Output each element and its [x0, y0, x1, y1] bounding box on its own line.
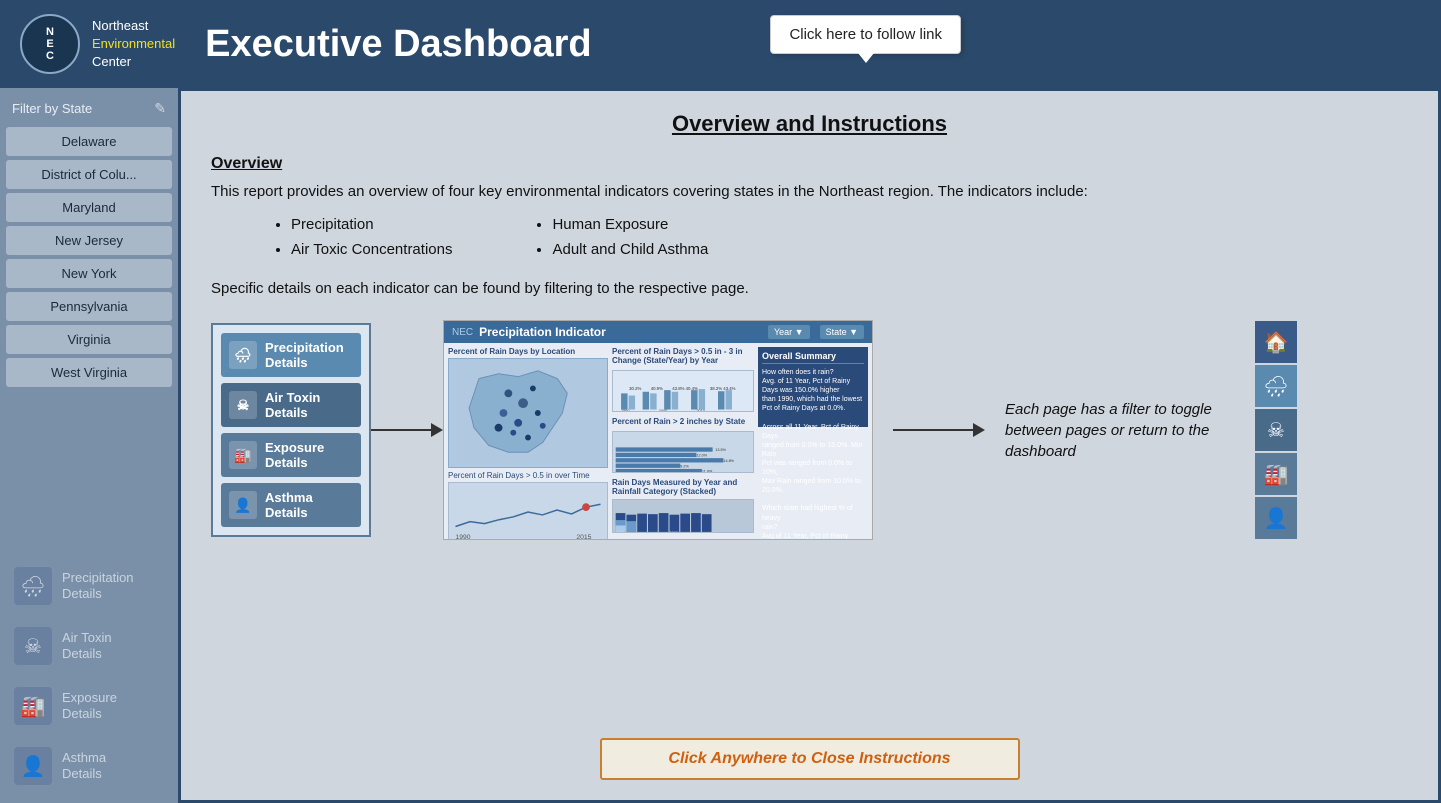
indicator-precipitation: Precipitation [291, 216, 452, 233]
svg-text:14.8%: 14.8% [723, 459, 734, 463]
precip-left-col: Percent of Rain Days by Location [448, 347, 608, 533]
arrow-to-preview [371, 423, 443, 437]
right-icon-precip[interactable]: 🌧 [1255, 365, 1297, 407]
specific-text: Specific details on each indicator can b… [211, 278, 1408, 301]
toxin-btn-label: Air ToxinDetails [265, 390, 320, 420]
instructions-overlay[interactable]: Overview and Instructions Overview This … [181, 91, 1438, 800]
nav-diagram: 🌧 PrecipitationDetails ☠ Air ToxinDetail… [211, 320, 1408, 540]
svg-text:9.2%: 9.2% [680, 464, 689, 468]
indicator-airtoxic: Air Toxic Concentrations [291, 241, 452, 258]
precip-preview: NEC Precipitation Indicator Year ▼ State… [443, 320, 873, 540]
svg-text:Year: Year [713, 531, 721, 533]
svg-text:1990: 1990 [616, 531, 624, 533]
each-page-text: Each page has a filter to toggle between… [1005, 399, 1235, 462]
precip-indicator-label: Precipitation Indicator [479, 325, 606, 339]
airtoxin-nav-label: Air ToxinDetails [62, 630, 112, 661]
svg-text:2000: 2000 [659, 409, 667, 412]
sidebar-item-airtoxin[interactable]: ☠ Air ToxinDetails [6, 617, 172, 675]
filter-header: Filter by State ✎ [6, 96, 172, 121]
precip-bar-chart: 1990 2015 [448, 482, 608, 540]
main-layout: Filter by State ✎ Delaware District of C… [0, 88, 1441, 803]
state-btn-westvirginia[interactable]: West Virginia [6, 358, 172, 387]
instructions-title: Overview and Instructions [211, 111, 1408, 137]
toxin-btn-icon: ☠ [229, 391, 257, 419]
precip-inner: Percent of Rain Days by Location [444, 343, 872, 537]
precip-right-col: Percent of Rain Days > 0.5 in - 3 in Cha… [612, 347, 754, 533]
precip-btn-icon: 🌧 [229, 341, 257, 369]
logo: NEC [20, 14, 80, 74]
summary-box: Overall Summary How often does it rain? … [758, 347, 868, 427]
asthma-btn-icon: 👤 [229, 491, 257, 519]
state-btn-newjersey[interactable]: New Jersey [6, 226, 172, 255]
svg-text:30.2%: 30.2% [629, 386, 641, 391]
right-icon-exposure[interactable]: 🏭 [1255, 453, 1297, 495]
right-sidebar-icons: 🏠 🌧 ☠ 🏭 👤 [1255, 321, 1297, 539]
sidebar-item-exposure[interactable]: 🏭 ExposureDetails [6, 677, 172, 735]
nav-btn-asthma[interactable]: 👤 AsthmaDetails [221, 483, 361, 527]
exposure-nav-label: ExposureDetails [62, 690, 117, 721]
right-icon-home[interactable]: 🏠 [1255, 321, 1297, 363]
state-btn-dc[interactable]: District of Colu... [6, 160, 172, 189]
state-btn-virginia[interactable]: Virginia [6, 325, 172, 354]
precip-preview-header: NEC Precipitation Indicator Year ▼ State… [444, 321, 872, 343]
close-instructions-button[interactable]: Click Anywhere to Close Instructions [600, 738, 1020, 780]
asthma-nav-label: AsthmaDetails [62, 750, 106, 781]
sidebar-item-precipitation[interactable]: 🌧 PrecipitationDetails [6, 557, 172, 615]
filter-icon: ✎ [154, 100, 166, 117]
link-tooltip[interactable]: Click here to follow link [770, 15, 961, 54]
state-btn-newyork[interactable]: New York [6, 259, 172, 288]
svg-text:2000: 2000 [670, 531, 678, 533]
indicators-grid: Precipitation Air Toxic Concentrations H… [271, 216, 1408, 266]
right-icon-toxin[interactable]: ☠ [1255, 409, 1297, 451]
nav-buttons-box: 🌧 PrecipitationDetails ☠ Air ToxinDetail… [211, 323, 371, 537]
svg-text:1990: 1990 [456, 534, 471, 540]
dashboard-title: Executive Dashboard [205, 23, 591, 66]
arrow-to-right [893, 423, 985, 437]
nav-btn-precip[interactable]: 🌧 PrecipitationDetails [221, 333, 361, 377]
indicator-asthma: Adult and Child Asthma [552, 241, 708, 258]
svg-text:13.5%: 13.5% [715, 448, 726, 452]
filter-label: Filter by State [12, 101, 92, 116]
nav-btn-exposure[interactable]: 🏭 ExposureDetails [221, 433, 361, 477]
exposure-btn-icon: 🏭 [229, 441, 257, 469]
nav-btn-toxin[interactable]: ☠ Air ToxinDetails [221, 383, 361, 427]
sidebar-nav: 🌧 PrecipitationDetails ☠ Air ToxinDetail… [6, 557, 172, 795]
org-name: Northeast Environmental Center [92, 17, 175, 72]
indicators-col-left: Precipitation Air Toxic Concentrations [271, 216, 452, 266]
asthma-icon: 👤 [14, 747, 52, 785]
overview-text: This report provides an overview of four… [211, 181, 1408, 204]
precip-map [448, 358, 608, 468]
svg-text:1990: 1990 [621, 409, 629, 412]
indicators-col-right: Human Exposure Adult and Child Asthma [532, 216, 708, 266]
app-header: NEC Northeast Environmental Center Execu… [0, 0, 1441, 88]
state-btn-maryland[interactable]: Maryland [6, 193, 172, 222]
precip-btn-label: PrecipitationDetails [265, 340, 344, 370]
precipitation-nav-label: PrecipitationDetails [62, 570, 134, 601]
overview-heading: Overview [211, 155, 1408, 173]
state-btn-delaware[interactable]: Delaware [6, 127, 172, 156]
instructions-panel: Overview and Instructions Overview This … [181, 91, 1438, 800]
right-icon-asthma[interactable]: 👤 [1255, 497, 1297, 539]
exposure-btn-label: ExposureDetails [265, 440, 324, 470]
sidebar: Filter by State ✎ Delaware District of C… [0, 88, 178, 803]
precipitation-icon: 🌧 [14, 567, 52, 605]
svg-text:2010: 2010 [696, 409, 704, 412]
svg-text:11.9%: 11.9% [702, 470, 713, 473]
svg-text:2015: 2015 [576, 534, 591, 540]
svg-text:40.9%: 40.9% [651, 386, 663, 391]
svg-text:12.0%: 12.0% [696, 453, 707, 457]
indicator-humanexposure: Human Exposure [552, 216, 708, 233]
sidebar-item-asthma[interactable]: 👤 AsthmaDetails [6, 737, 172, 795]
asthma-btn-label: AsthmaDetails [265, 490, 313, 520]
exposure-icon: 🏭 [14, 687, 52, 725]
airtoxin-icon: ☠ [14, 627, 52, 665]
content-area: Overview and Instructions Overview This … [178, 88, 1441, 803]
state-btn-pennsylvania[interactable]: Pennsylvania [6, 292, 172, 321]
